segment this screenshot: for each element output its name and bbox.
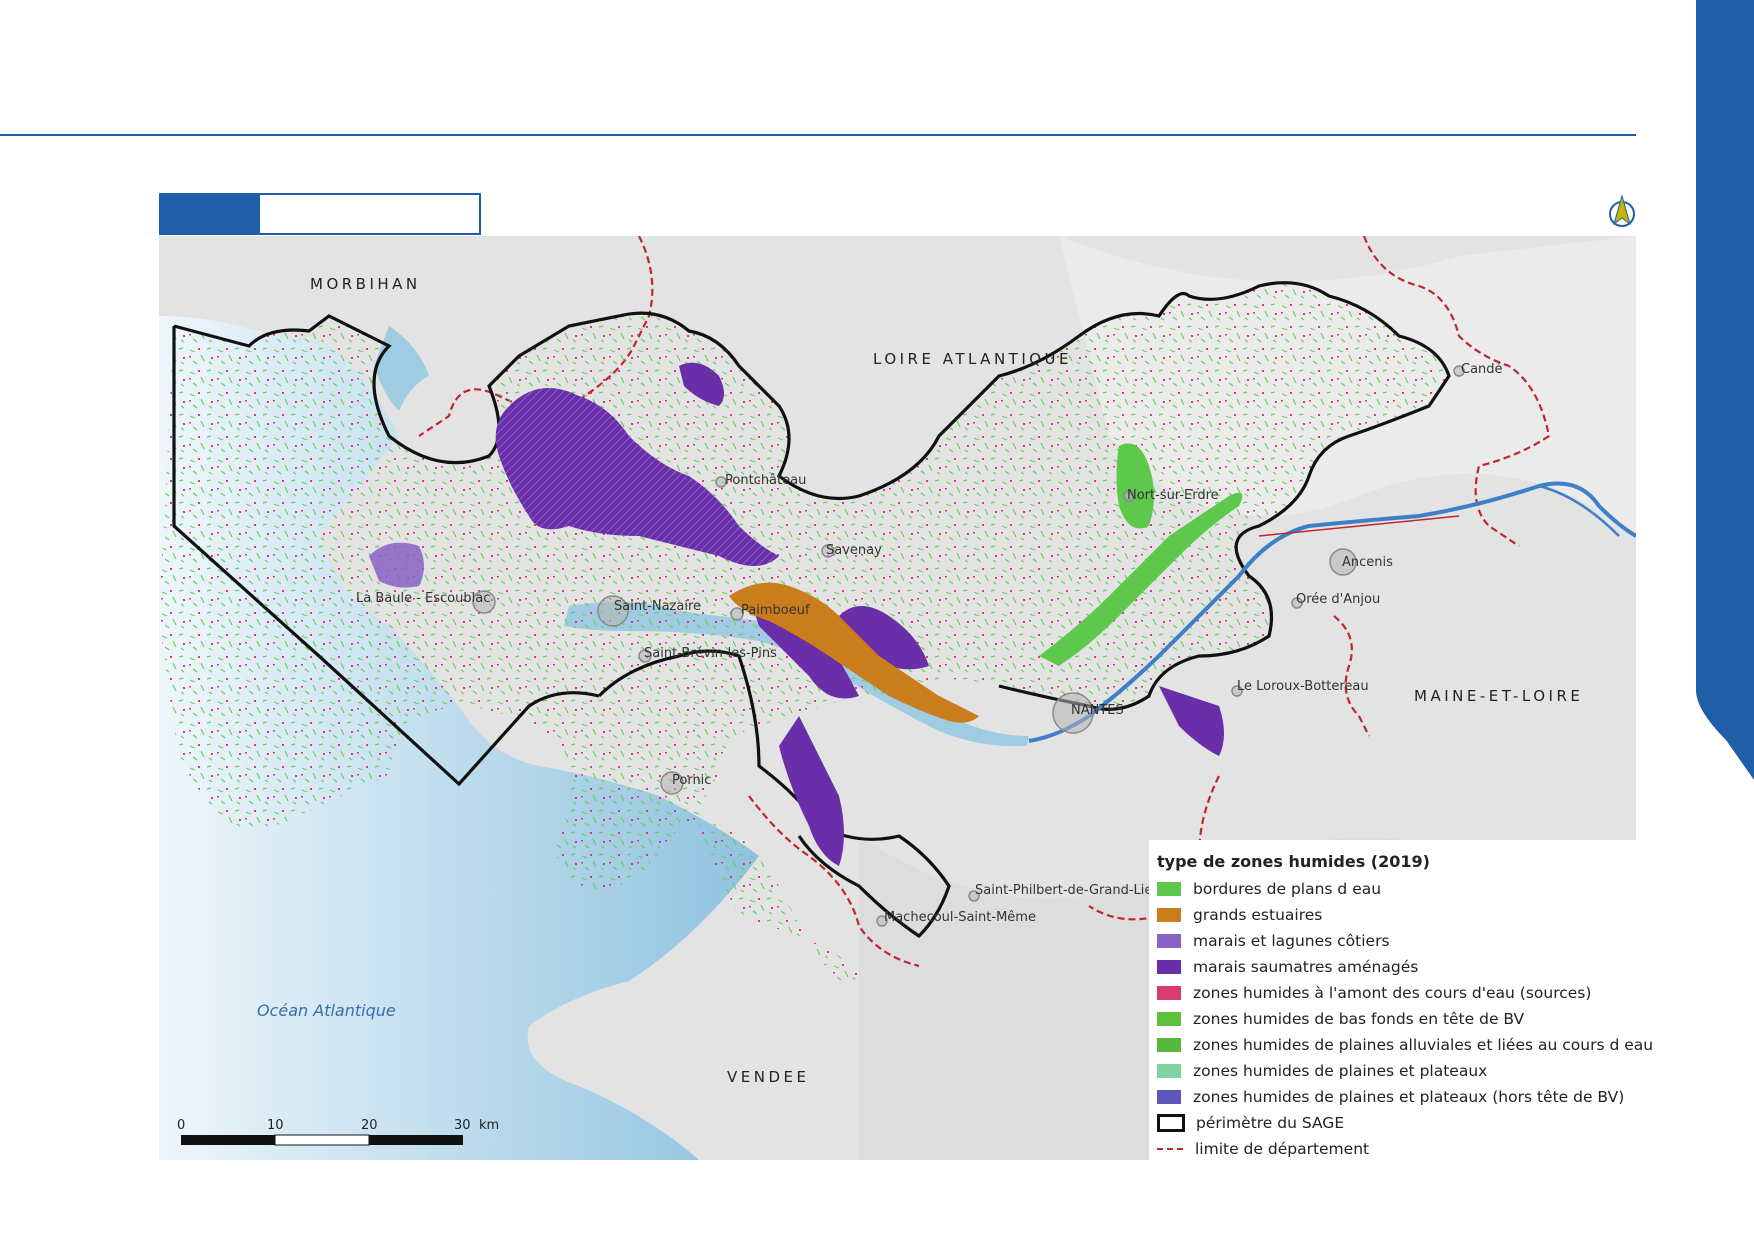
legend-swatch-dashed <box>1157 1148 1183 1150</box>
label-vendee: VENDEE <box>727 1068 809 1086</box>
city-label-saint-nazaire: Saint-Nazaire <box>614 599 701 614</box>
city-label-le-loroux: Le Loroux-Bottereau <box>1237 679 1369 694</box>
legend-label: zones humides de plaines alluviales et l… <box>1193 1036 1654 1054</box>
legend-swatch <box>1157 960 1181 974</box>
legend-label: limite de département <box>1195 1140 1370 1158</box>
label-morbihan: MORBIHAN <box>310 275 421 293</box>
city-label-pornic: Pornic <box>672 773 711 788</box>
city-label-ancenis: Ancenis <box>1342 555 1393 570</box>
legend-swatch <box>1157 1038 1181 1052</box>
legend-label: zones humides à l'amont des cours d'eau … <box>1193 984 1592 1002</box>
label-maine-et-loire: MAINE-ET-LOIRE <box>1414 687 1583 705</box>
legend-item-plaines-plateaux-hors: zones humides de plaines et plateaux (ho… <box>1157 1086 1624 1108</box>
legend-item-marais-saumatres: marais saumatres aménagés <box>1157 956 1418 978</box>
scale-tick-0: 0 <box>177 1118 185 1133</box>
scale-tick-10: 10 <box>267 1118 284 1133</box>
city-label-nort-sur-erdre: Nort-sur-Erdre <box>1127 488 1219 503</box>
label-loire-atlantique: LOIRE ATLANTIQUE <box>873 350 1072 368</box>
legend-item-bordures: bordures de plans d eau <box>1157 878 1381 900</box>
legend-swatch <box>1157 882 1181 896</box>
title-box-fill <box>161 195 260 233</box>
city-label-nantes: NANTES <box>1071 703 1124 718</box>
scale-tick-20: 20 <box>361 1118 378 1133</box>
city-label-saint-brevin: Saint-Brévin-les-Pins <box>644 646 777 661</box>
scale-unit: km <box>479 1118 499 1133</box>
legend-swatch <box>1157 986 1181 1000</box>
legend-item-sources: zones humides à l'amont des cours d'eau … <box>1157 982 1591 1004</box>
legend-swatch <box>1157 908 1181 922</box>
scale-tick-30: 30 <box>454 1118 471 1133</box>
legend-label: marais saumatres aménagés <box>1193 958 1419 976</box>
header-rule <box>0 134 1636 136</box>
city-label-oree-anjou: Orée d'Anjou <box>1296 592 1380 607</box>
map-legend: type de zones humides (2019) bordures de… <box>1149 840 1653 1160</box>
city-label-pontchateau: Pontchâteau <box>725 473 806 488</box>
side-tab <box>1696 0 1754 780</box>
legend-item-limite: limite de département <box>1157 1138 1369 1160</box>
city-label-cande: Candé <box>1461 362 1503 377</box>
legend-label: zones humides de plaines et plateaux <box>1193 1062 1488 1080</box>
legend-item-estuaires: grands estuaires <box>1157 904 1322 926</box>
legend-item-bas-fonds: zones humides de bas fonds en tête de BV <box>1157 1008 1524 1030</box>
legend-label: zones humides de bas fonds en tête de BV <box>1193 1010 1525 1028</box>
legend-item-plaines-plateaux: zones humides de plaines et plateaux <box>1157 1060 1487 1082</box>
legend-item-plaines-alluviales: zones humides de plaines alluviales et l… <box>1157 1034 1653 1056</box>
city-label-la-baule: La Baule - Escoublac <box>356 591 490 606</box>
legend-label: zones humides de plaines et plateaux (ho… <box>1193 1088 1625 1106</box>
legend-swatch <box>1157 1064 1181 1078</box>
north-arrow-icon <box>1609 194 1635 227</box>
map-title-box <box>159 193 481 235</box>
legend-label: périmètre du SAGE <box>1196 1114 1345 1132</box>
label-ocean: Océan Atlantique <box>257 1001 396 1020</box>
legend-swatch <box>1157 934 1181 948</box>
city-label-saint-philbert: Saint-Philbert-de-Grand-Lieu <box>975 883 1161 898</box>
legend-swatch <box>1157 1012 1181 1026</box>
legend-label: grands estuaires <box>1193 906 1323 924</box>
legend-label: bordures de plans d eau <box>1193 880 1382 898</box>
city-label-savenay: Savenay <box>826 543 882 558</box>
legend-swatch <box>1157 1090 1181 1104</box>
legend-item-marais-lagunes: marais et lagunes côtiers <box>1157 930 1390 952</box>
city-label-paimboeuf: Paimboeuf <box>741 603 810 618</box>
legend-item-perimetre: périmètre du SAGE <box>1157 1112 1344 1134</box>
legend-label: marais et lagunes côtiers <box>1193 932 1390 950</box>
legend-swatch-outline <box>1157 1114 1185 1132</box>
city-label-machecoul: Machecoul-Saint-Même <box>884 910 1036 925</box>
legend-title: type de zones humides (2019) <box>1157 852 1430 871</box>
